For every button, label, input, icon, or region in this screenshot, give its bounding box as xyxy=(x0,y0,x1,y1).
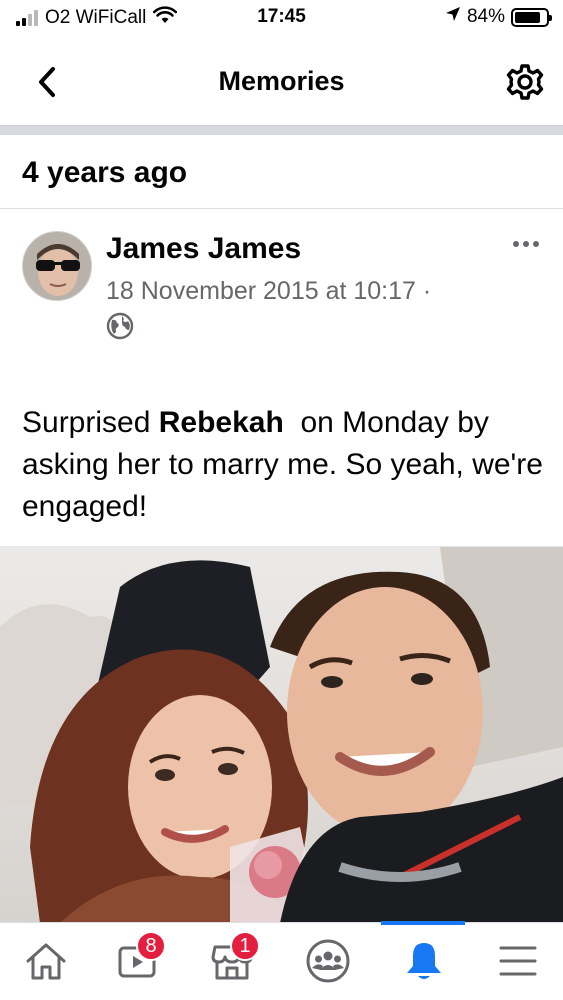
home-icon xyxy=(26,943,66,980)
gear-icon xyxy=(506,64,544,100)
tab-groups[interactable] xyxy=(300,933,356,989)
dot xyxy=(533,241,539,247)
section-title: 4 years ago xyxy=(22,156,188,189)
section-divider xyxy=(0,208,563,209)
post-timestamp[interactable]: 18 November 2015 at 10:17 · xyxy=(106,277,431,306)
marketplace-badge: 1 xyxy=(230,931,260,961)
author-name[interactable]: James James xyxy=(106,232,301,266)
dot xyxy=(523,241,529,247)
groups-icon xyxy=(306,939,350,983)
settings-button[interactable] xyxy=(505,62,545,102)
page-title: Memories xyxy=(218,66,345,96)
tab-menu[interactable] xyxy=(490,933,546,989)
avatar[interactable] xyxy=(22,231,92,301)
post-text: Surprised Rebekah on Monday by asking he… xyxy=(22,402,547,528)
tab-marketplace[interactable]: 1 xyxy=(204,931,260,989)
tab-watch[interactable]: 8 xyxy=(110,931,166,989)
post-text-before: Surprised xyxy=(22,406,159,439)
menu-icon xyxy=(499,946,537,976)
globe-icon xyxy=(106,312,134,340)
tab-home[interactable] xyxy=(18,933,74,989)
header: Memories xyxy=(0,46,563,118)
watch-badge: 8 xyxy=(136,931,166,961)
active-tab-indicator xyxy=(381,921,465,925)
tagged-person-link[interactable]: Rebekah xyxy=(159,406,284,439)
status-right: 84% xyxy=(445,6,552,28)
battery-percent: 84% xyxy=(466,6,505,27)
battery-icon xyxy=(511,7,552,27)
post-photo[interactable] xyxy=(0,546,563,922)
dot xyxy=(513,241,519,247)
battery-fill xyxy=(515,11,541,23)
more-options-button[interactable] xyxy=(509,232,543,256)
status-bar: O2 WiFiCall 17:45 84% xyxy=(0,0,563,36)
header-divider xyxy=(0,125,563,135)
location-arrow-icon xyxy=(445,6,461,28)
bell-icon xyxy=(407,943,441,979)
tab-notifications[interactable] xyxy=(396,933,452,989)
tab-bar: 8 1 xyxy=(0,921,563,1000)
